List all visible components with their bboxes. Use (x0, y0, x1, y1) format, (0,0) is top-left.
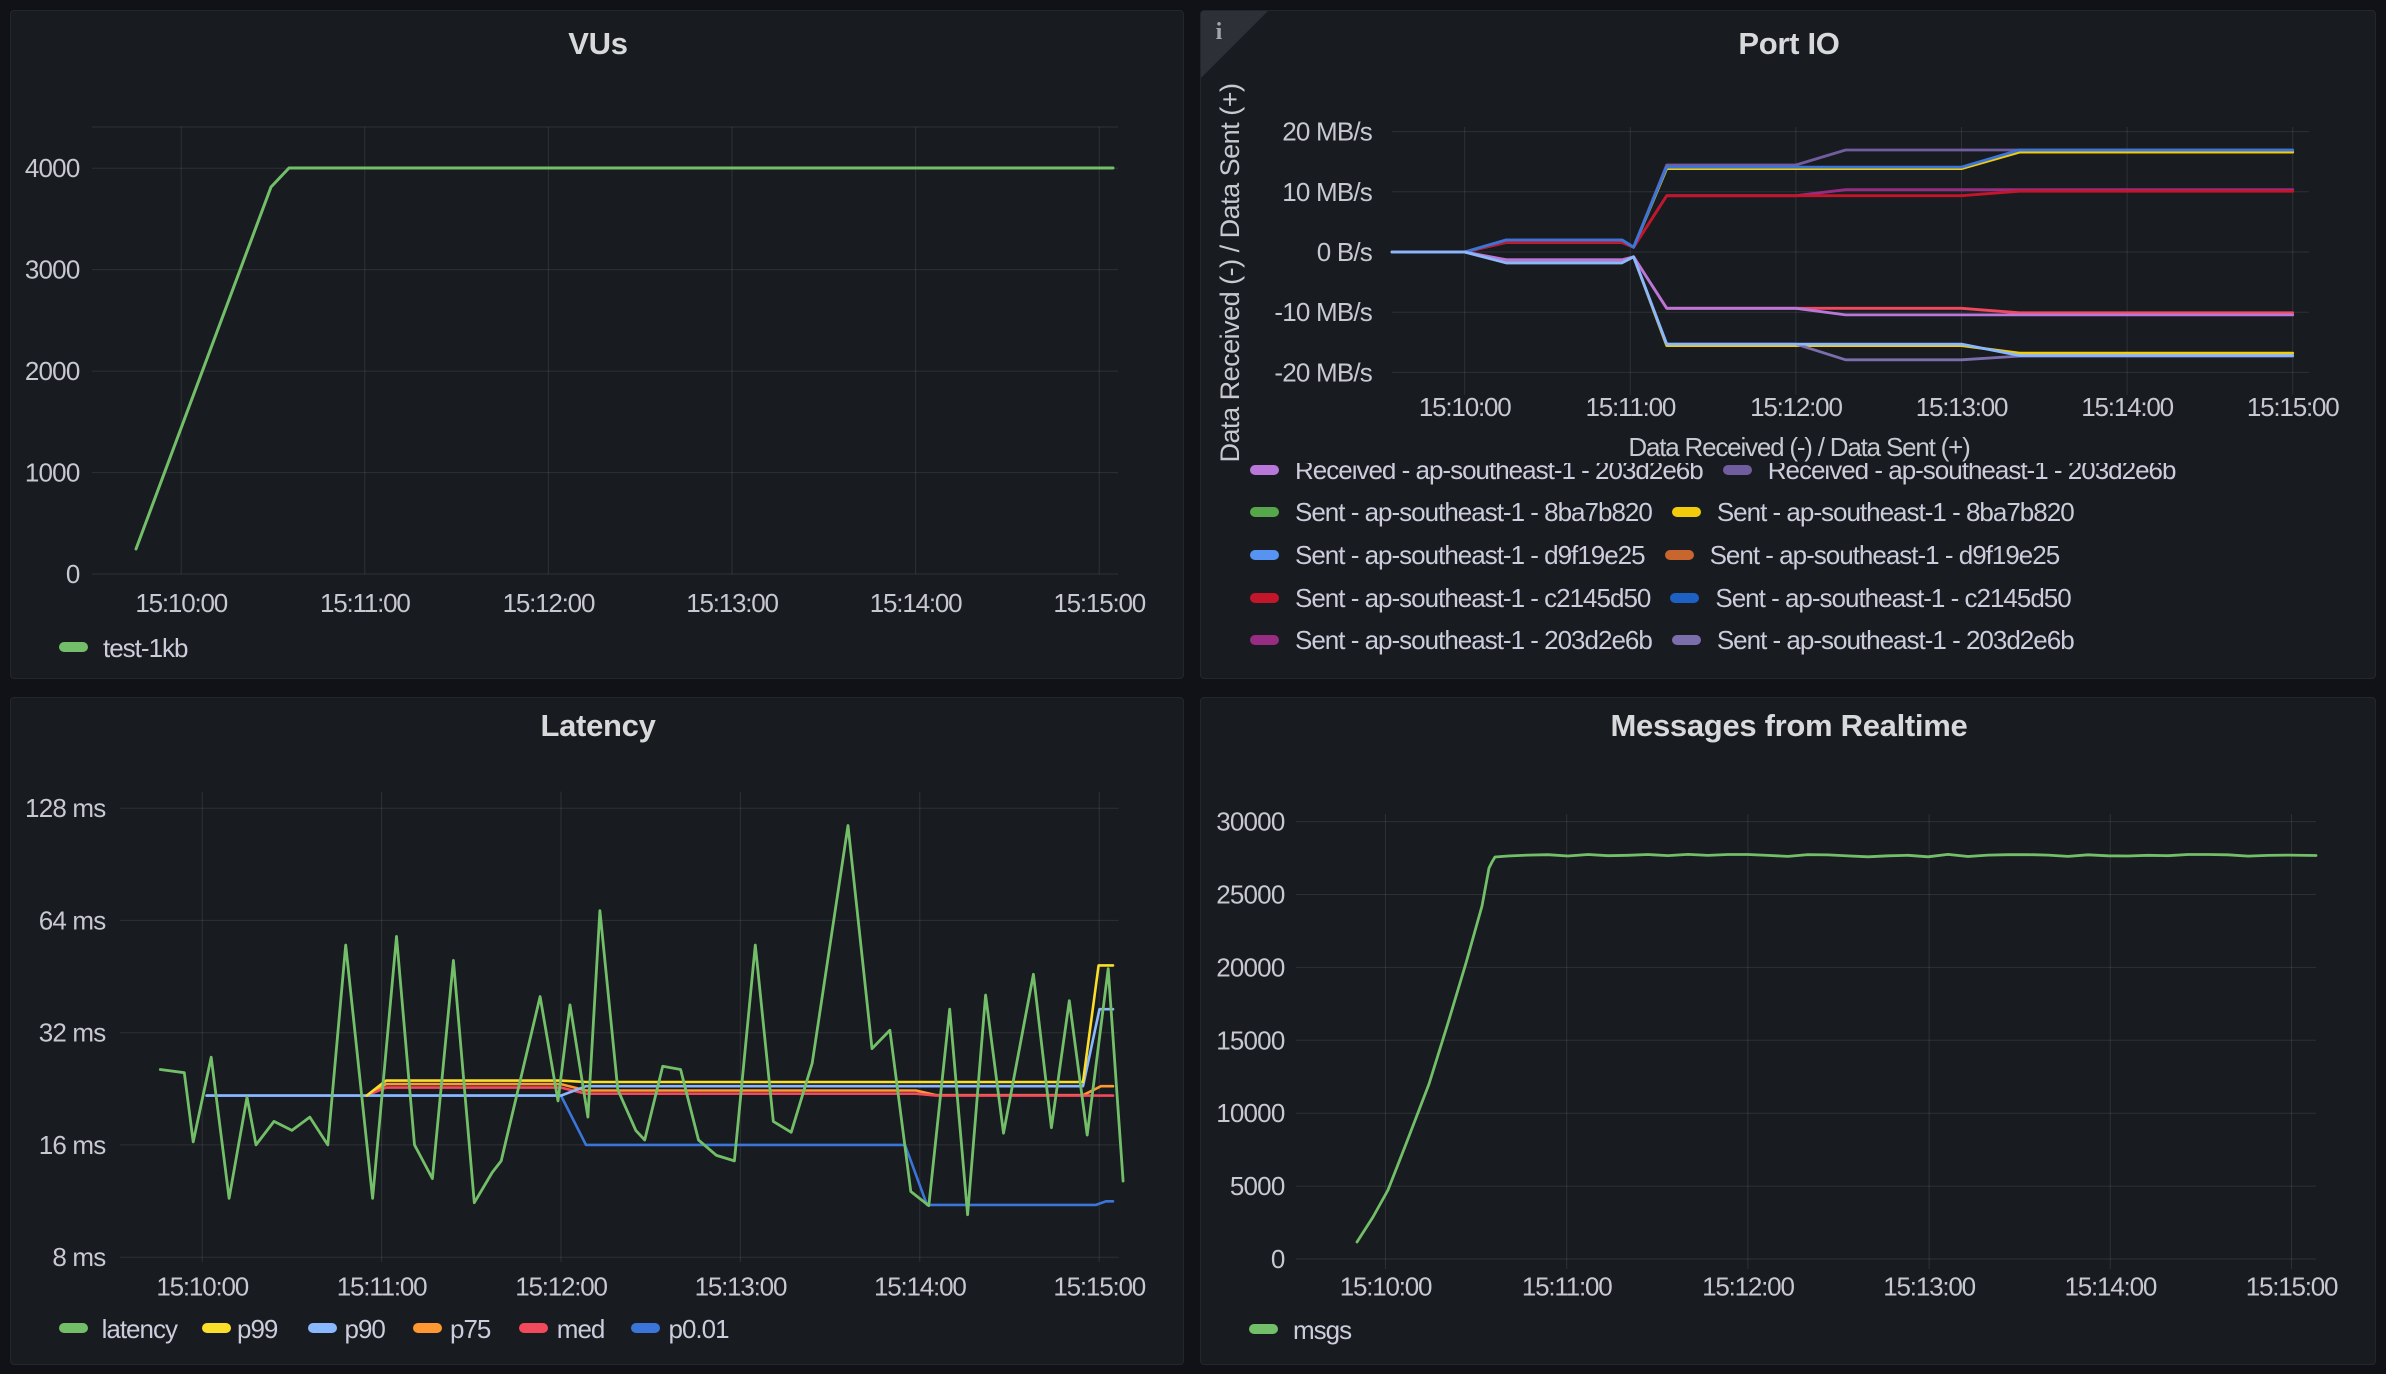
svg-text:15:13:00: 15:13:00 (1916, 392, 2008, 422)
svg-text:10 MB/s: 10 MB/s (1282, 177, 1373, 207)
svg-text:15:15:00: 15:15:00 (2247, 392, 2339, 422)
svg-text:-20 MB/s: -20 MB/s (1274, 357, 1372, 387)
svg-text:15:14:00: 15:14:00 (2081, 392, 2173, 422)
svg-text:Data Received (-) / Data Sent: Data Received (-) / Data Sent (+) (1628, 432, 1970, 462)
svg-text:15:10:00: 15:10:00 (1419, 392, 1511, 422)
svg-text:-10 MB/s: -10 MB/s (1274, 297, 1372, 327)
svg-text:20 MB/s: 20 MB/s (1282, 117, 1373, 147)
svg-text:15:12:00: 15:12:00 (1750, 392, 1842, 422)
svg-text:15:11:00: 15:11:00 (1585, 392, 1675, 422)
svg-text:0 B/s: 0 B/s (1317, 237, 1373, 267)
svg-text:Data Received (-) / Data Sent: Data Received (-) / Data Sent (+) (1215, 84, 1245, 463)
